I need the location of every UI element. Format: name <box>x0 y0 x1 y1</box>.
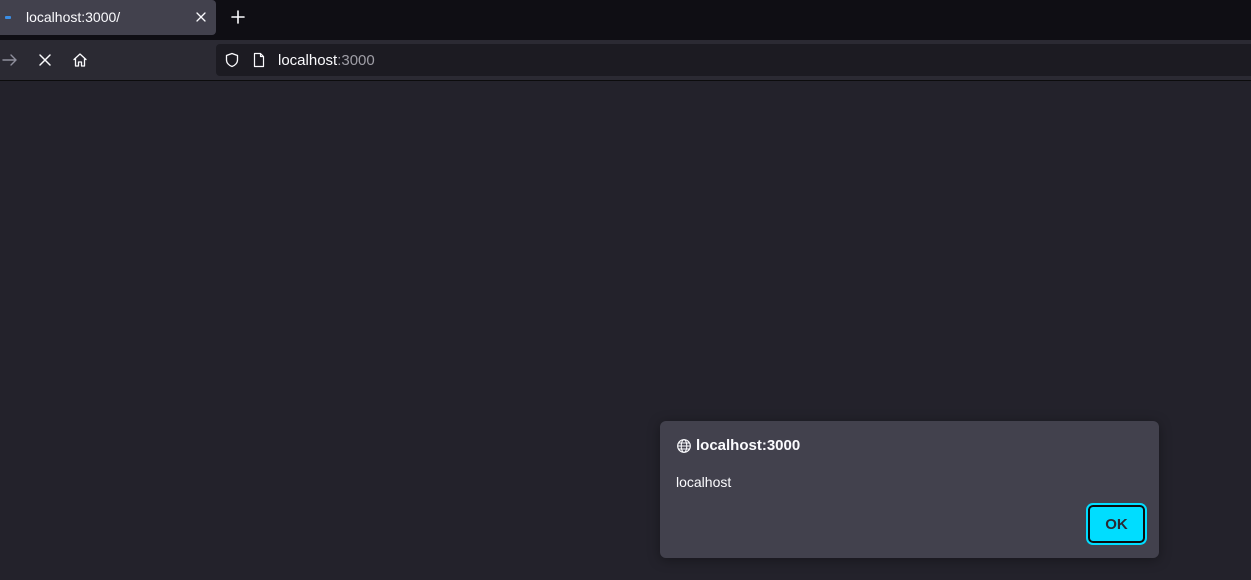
loading-throbber-icon <box>5 16 11 19</box>
globe-icon <box>676 438 692 454</box>
page-icon[interactable] <box>251 52 267 68</box>
url-text[interactable]: localhost:3000 <box>278 52 375 69</box>
url-bar[interactable]: localhost:3000 <box>216 44 1251 76</box>
plus-icon <box>231 10 245 24</box>
dialog-message: localhost <box>676 474 732 490</box>
tab-localhost[interactable]: localhost:3000/ <box>0 0 216 35</box>
close-icon[interactable] <box>192 8 210 26</box>
tab-title: localhost:3000/ <box>26 9 121 25</box>
url-host: localhost <box>278 52 338 69</box>
url-port: :3000 <box>337 52 375 69</box>
ok-button[interactable]: OK <box>1086 503 1147 545</box>
close-icon <box>39 54 51 66</box>
stop-button[interactable] <box>35 50 55 70</box>
home-button[interactable] <box>70 50 90 70</box>
dialog-title: localhost:3000 <box>676 437 800 454</box>
nav-toolbar: localhost:3000 <box>0 40 1251 81</box>
arrow-right-icon <box>2 54 17 66</box>
new-tab-button[interactable] <box>228 7 248 27</box>
dialog-title-text: localhost:3000 <box>696 437 801 454</box>
shield-icon[interactable] <box>224 52 240 68</box>
alert-dialog: localhost:3000 localhost OK <box>660 421 1159 558</box>
home-icon <box>73 53 87 67</box>
forward-button[interactable] <box>0 50 20 70</box>
tab-strip: localhost:3000/ <box>0 0 1251 40</box>
